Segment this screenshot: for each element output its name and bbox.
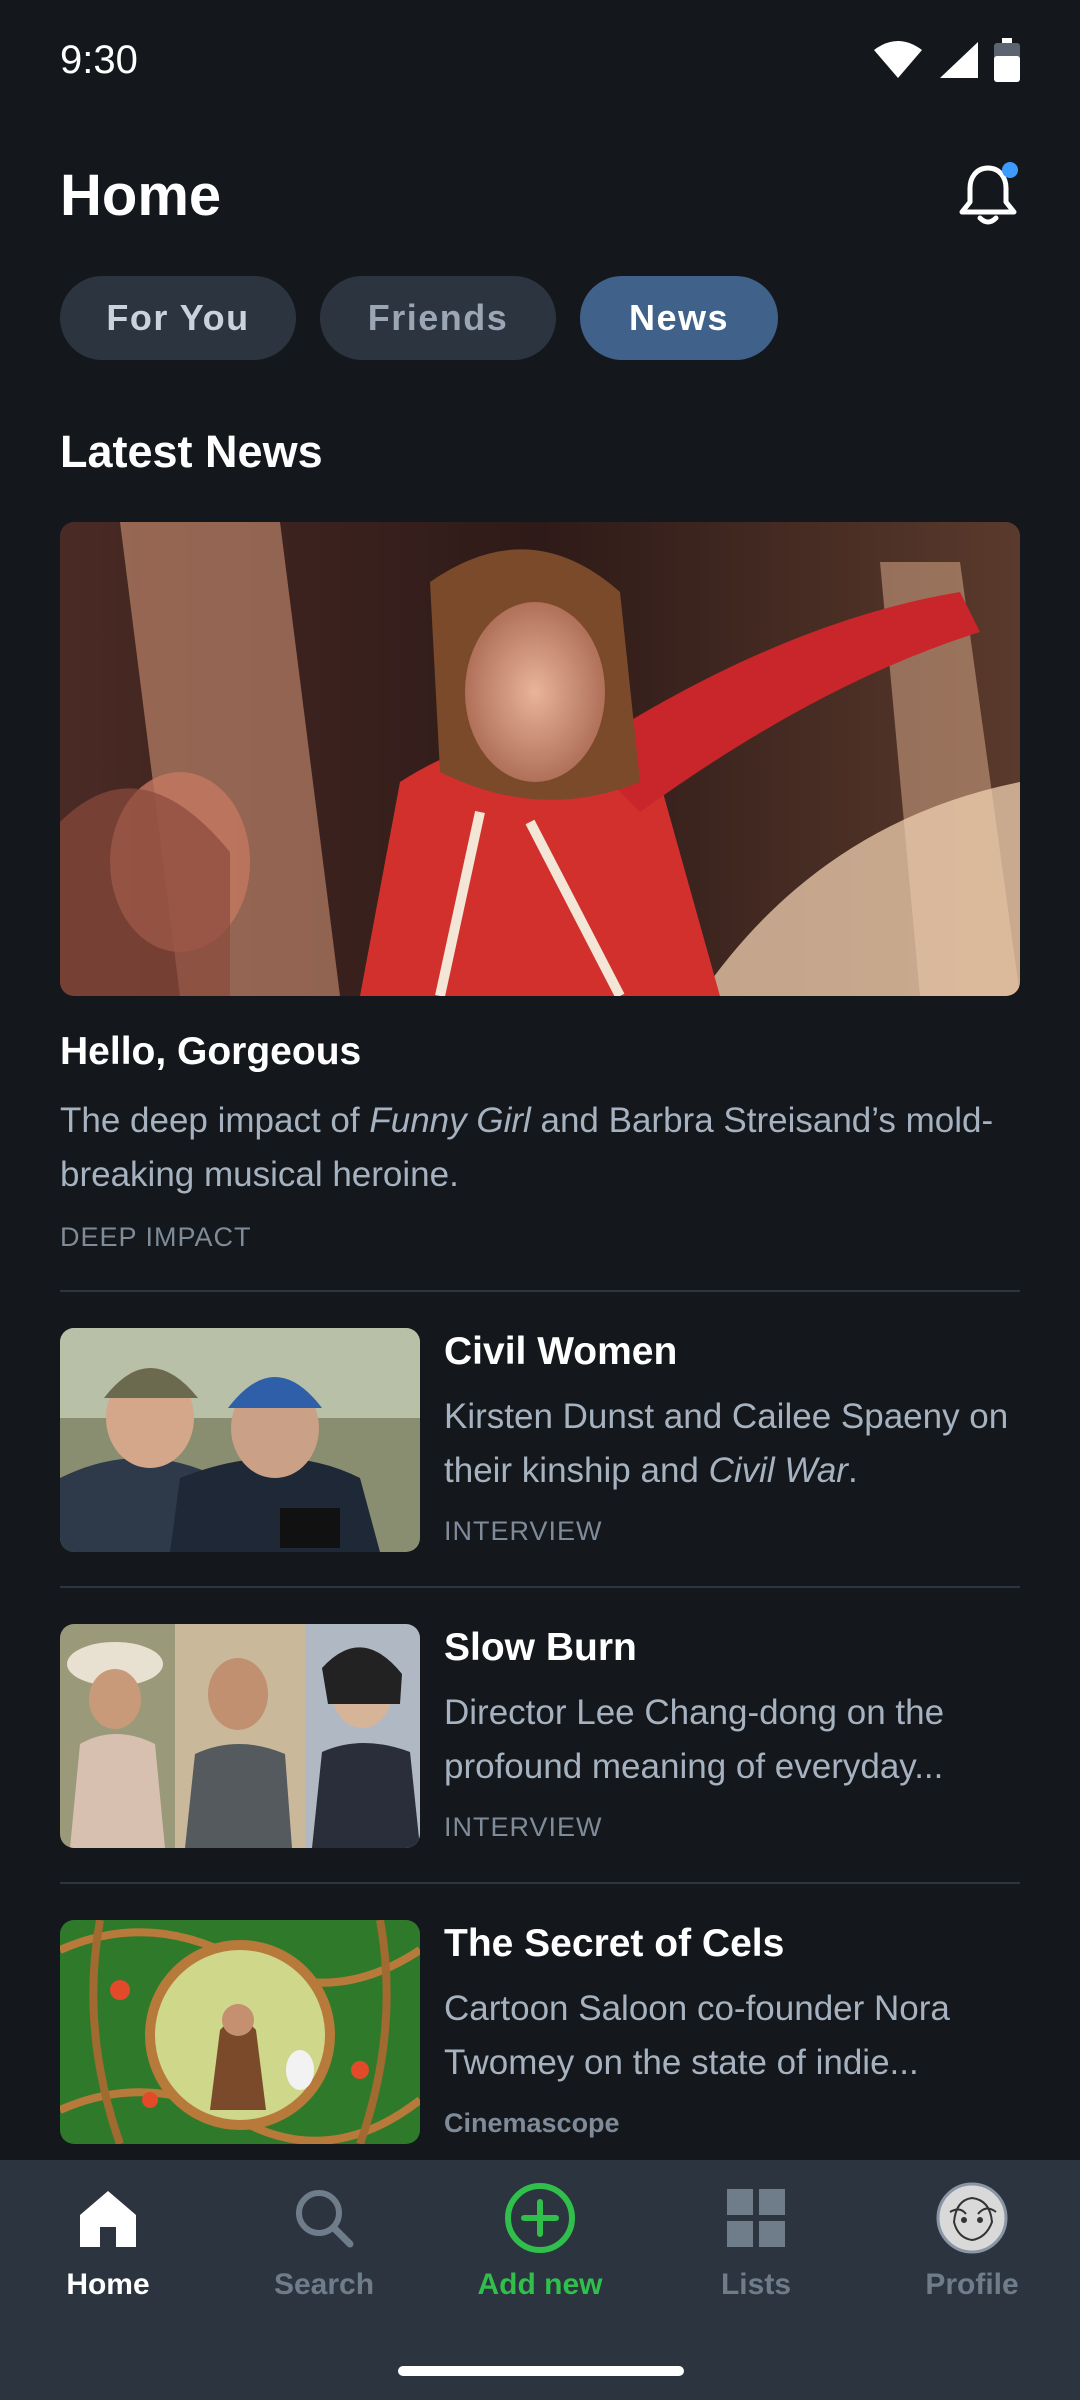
nav-label: Profile bbox=[925, 2268, 1019, 2301]
article-title: Slow Burn bbox=[444, 1626, 637, 1669]
nav-label: Home bbox=[66, 2268, 150, 2301]
divider bbox=[60, 1882, 1020, 1884]
search-icon bbox=[288, 2182, 360, 2254]
tab-for-you[interactable]: For You bbox=[60, 276, 296, 360]
nav-label: Search bbox=[273, 2268, 375, 2301]
article-description: Cartoon Saloon co-founder Nora Twomey on… bbox=[444, 1989, 950, 2082]
article-tag: INTERVIEW bbox=[444, 1812, 603, 1842]
avatar-icon bbox=[936, 2182, 1008, 2254]
notifications-button[interactable] bbox=[956, 160, 1020, 230]
article-title: The Secret of Cels bbox=[444, 1922, 785, 1965]
tab-friends[interactable]: Friends bbox=[320, 276, 556, 360]
featured-image[interactable] bbox=[60, 522, 1020, 996]
article-tag: Cinemascope bbox=[444, 2108, 620, 2138]
home-icon bbox=[72, 2182, 144, 2254]
battery-icon bbox=[994, 38, 1020, 82]
featured-tag: DEEP IMPACT bbox=[60, 1222, 252, 1252]
featured-description: The deep impact of Funny Girl and Barbra… bbox=[60, 1101, 994, 1194]
status-time: 9:30 bbox=[60, 37, 138, 82]
list-item-civil-women[interactable]: Civil Women Kirsten Dunst and Cailee Spa… bbox=[60, 1328, 1020, 1556]
tab-bar: For You Friends News bbox=[60, 276, 778, 360]
article-title: Civil Women bbox=[444, 1330, 678, 1373]
add-circle-icon bbox=[504, 2182, 576, 2254]
list-item-secret-of-cels[interactable]: The Secret of Cels Cartoon Saloon co-fou… bbox=[60, 1920, 1020, 2148]
article-description: Director Lee Chang-dong on the profound … bbox=[444, 1693, 945, 1786]
nav-profile[interactable]: Profile bbox=[864, 2182, 1080, 2332]
tab-news[interactable]: News bbox=[580, 276, 778, 360]
page-title: Home bbox=[60, 162, 222, 228]
featured-photo bbox=[60, 522, 1020, 996]
home-indicator[interactable] bbox=[398, 2366, 684, 2376]
header: Home bbox=[60, 150, 1020, 240]
nav-label: Lists bbox=[720, 2268, 792, 2301]
divider bbox=[60, 1586, 1020, 1588]
section-title: Latest News bbox=[60, 426, 323, 477]
signal-icon bbox=[940, 42, 978, 78]
status-bar: 9:30 bbox=[0, 0, 1080, 120]
article-tag: INTERVIEW bbox=[444, 1516, 603, 1546]
bottom-nav: Home Search Add new Lists Profile bbox=[0, 2160, 1080, 2400]
nav-add-new[interactable]: Add new bbox=[432, 2182, 648, 2332]
article-thumbnail bbox=[60, 1328, 420, 1552]
article-thumbnail bbox=[60, 1920, 420, 2144]
nav-lists[interactable]: Lists bbox=[648, 2182, 864, 2332]
bell-icon bbox=[959, 162, 1018, 225]
wifi-icon bbox=[874, 41, 922, 78]
article-description: Kirsten Dunst and Cailee Spaeny on their… bbox=[444, 1397, 1009, 1490]
grid-icon bbox=[720, 2182, 792, 2254]
list-item-slow-burn[interactable]: Slow Burn Director Lee Chang-dong on the… bbox=[60, 1624, 1020, 1852]
featured-title[interactable]: Hello, Gorgeous bbox=[60, 1030, 361, 1074]
nav-home[interactable]: Home bbox=[0, 2182, 216, 2332]
notification-dot bbox=[1002, 162, 1018, 178]
nav-label: Add new bbox=[477, 2268, 603, 2301]
status-icons bbox=[872, 38, 1020, 82]
divider bbox=[60, 1290, 1020, 1292]
nav-search[interactable]: Search bbox=[216, 2182, 432, 2332]
article-thumbnail bbox=[60, 1624, 420, 1848]
